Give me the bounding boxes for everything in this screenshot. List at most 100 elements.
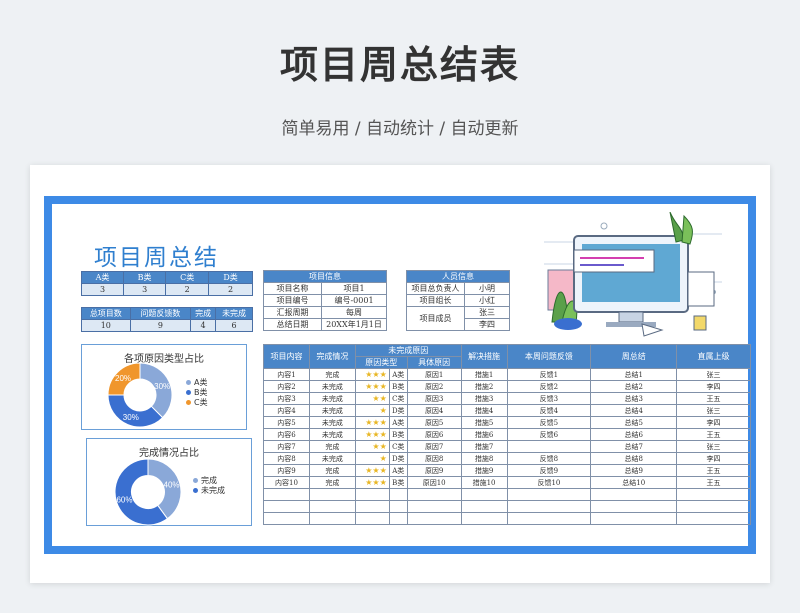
table-cell[interactable]: 李四 [676, 452, 751, 465]
table-cell[interactable]: 内容2 [263, 380, 310, 393]
table-cell[interactable] [590, 488, 678, 501]
table-cell[interactable]: 措施6 [460, 428, 508, 441]
table-cell[interactable]: ★ [354, 404, 390, 417]
table-cell[interactable]: 措施5 [460, 416, 508, 429]
table-cell[interactable]: 原因3 [406, 392, 462, 405]
table-cell[interactable] [406, 500, 462, 513]
table-cell[interactable]: 总结10 [590, 476, 678, 489]
table-cell[interactable]: 未完成 [308, 452, 356, 465]
table-cell[interactable]: 措施4 [460, 404, 508, 417]
table-cell[interactable]: 反馈2 [506, 380, 592, 393]
table-cell[interactable] [308, 488, 356, 501]
status-value-feedback[interactable]: 9 [129, 319, 192, 332]
table-cell[interactable]: 措施8 [460, 452, 508, 465]
table-cell[interactable]: 反馈8 [506, 452, 592, 465]
table-cell[interactable]: ★★ [354, 440, 390, 453]
type-value-d[interactable]: 2 [208, 283, 253, 296]
table-cell[interactable]: 总结3 [590, 392, 678, 405]
table-cell[interactable]: 内容8 [263, 452, 310, 465]
table-cell[interactable]: 内容9 [263, 464, 310, 477]
table-cell[interactable]: 原因9 [406, 464, 462, 477]
table-cell[interactable]: 李四 [676, 416, 751, 429]
table-cell[interactable]: 张三 [676, 368, 751, 381]
table-cell[interactable] [263, 512, 310, 525]
table-cell[interactable]: ★★★ [354, 428, 390, 441]
people-info-value[interactable]: 小红 [464, 294, 510, 307]
table-cell[interactable] [506, 488, 592, 501]
people-member-value[interactable]: 张三 [464, 306, 510, 319]
table-cell[interactable]: 李四 [676, 380, 751, 393]
table-cell[interactable]: 原因2 [406, 380, 462, 393]
table-cell[interactable] [354, 512, 390, 525]
table-cell[interactable]: ★★★ [354, 476, 390, 489]
status-value-done[interactable]: 4 [190, 319, 217, 332]
table-cell[interactable]: ★★★ [354, 380, 390, 393]
table-cell[interactable] [406, 512, 462, 525]
table-cell[interactable]: A类 [388, 416, 408, 429]
table-cell[interactable]: 原因8 [406, 452, 462, 465]
table-cell[interactable]: 张三 [676, 440, 751, 453]
table-cell[interactable]: 内容4 [263, 404, 310, 417]
table-cell[interactable]: 反馈1 [506, 368, 592, 381]
table-cell[interactable]: 措施3 [460, 392, 508, 405]
table-cell[interactable]: D类 [388, 404, 408, 417]
table-cell[interactable] [590, 500, 678, 513]
type-value-b[interactable]: 3 [122, 283, 167, 296]
table-cell[interactable]: 措施9 [460, 464, 508, 477]
table-cell[interactable]: 总结9 [590, 464, 678, 477]
table-cell[interactable]: 总结7 [590, 440, 678, 453]
table-cell[interactable]: 未完成 [308, 428, 356, 441]
table-cell[interactable]: 完成 [308, 476, 356, 489]
table-cell[interactable]: 完成 [308, 368, 356, 381]
project-info-value[interactable]: 项目1 [321, 282, 387, 295]
project-info-value[interactable]: 20XX年1月1日 [321, 318, 387, 331]
table-cell[interactable]: 内容3 [263, 392, 310, 405]
table-cell[interactable]: 原因1 [406, 368, 462, 381]
table-cell[interactable]: 原因4 [406, 404, 462, 417]
table-cell[interactable]: 内容5 [263, 416, 310, 429]
table-cell[interactable]: B类 [388, 428, 408, 441]
table-cell[interactable]: 反馈9 [506, 464, 592, 477]
table-cell[interactable]: 措施7 [460, 440, 508, 453]
table-cell[interactable]: C类 [388, 392, 408, 405]
table-cell[interactable]: 措施1 [460, 368, 508, 381]
table-cell[interactable]: 总结5 [590, 416, 678, 429]
table-cell[interactable]: B类 [388, 476, 408, 489]
table-cell[interactable]: A类 [388, 464, 408, 477]
table-cell[interactable]: 张三 [676, 404, 751, 417]
table-cell[interactable]: 原因5 [406, 416, 462, 429]
table-cell[interactable]: B类 [388, 380, 408, 393]
status-value-total[interactable]: 10 [81, 319, 131, 332]
table-cell[interactable]: ★★★ [354, 464, 390, 477]
table-cell[interactable]: C类 [388, 440, 408, 453]
table-cell[interactable]: 原因6 [406, 428, 462, 441]
table-cell[interactable] [506, 500, 592, 513]
table-cell[interactable] [460, 488, 508, 501]
table-cell[interactable]: 反馈6 [506, 428, 592, 441]
project-info-value[interactable]: 编号-0001 [321, 294, 387, 307]
table-cell[interactable] [354, 488, 390, 501]
table-cell[interactable]: 总结8 [590, 452, 678, 465]
people-info-value[interactable]: 小明 [464, 282, 510, 295]
table-cell[interactable]: D类 [388, 452, 408, 465]
type-value-a[interactable]: 3 [81, 283, 124, 296]
table-cell[interactable]: 王五 [676, 464, 751, 477]
table-cell[interactable]: 未完成 [308, 392, 356, 405]
table-cell[interactable]: 内容10 [263, 476, 310, 489]
table-cell[interactable]: 反馈5 [506, 416, 592, 429]
table-cell[interactable]: 反馈4 [506, 404, 592, 417]
table-cell[interactable]: ★★★ [354, 368, 390, 381]
table-cell[interactable] [263, 500, 310, 513]
table-cell[interactable]: 内容7 [263, 440, 310, 453]
status-value-undone[interactable]: 6 [215, 319, 253, 332]
table-cell[interactable]: 未完成 [308, 380, 356, 393]
table-cell[interactable]: 王五 [676, 476, 751, 489]
table-cell[interactable] [460, 500, 508, 513]
table-cell[interactable]: 完成 [308, 440, 356, 453]
table-cell[interactable] [354, 500, 390, 513]
table-cell[interactable] [460, 512, 508, 525]
project-info-value[interactable]: 每周 [321, 306, 387, 319]
table-cell[interactable]: 措施2 [460, 380, 508, 393]
table-cell[interactable] [388, 500, 408, 513]
table-cell[interactable]: 内容1 [263, 368, 310, 381]
